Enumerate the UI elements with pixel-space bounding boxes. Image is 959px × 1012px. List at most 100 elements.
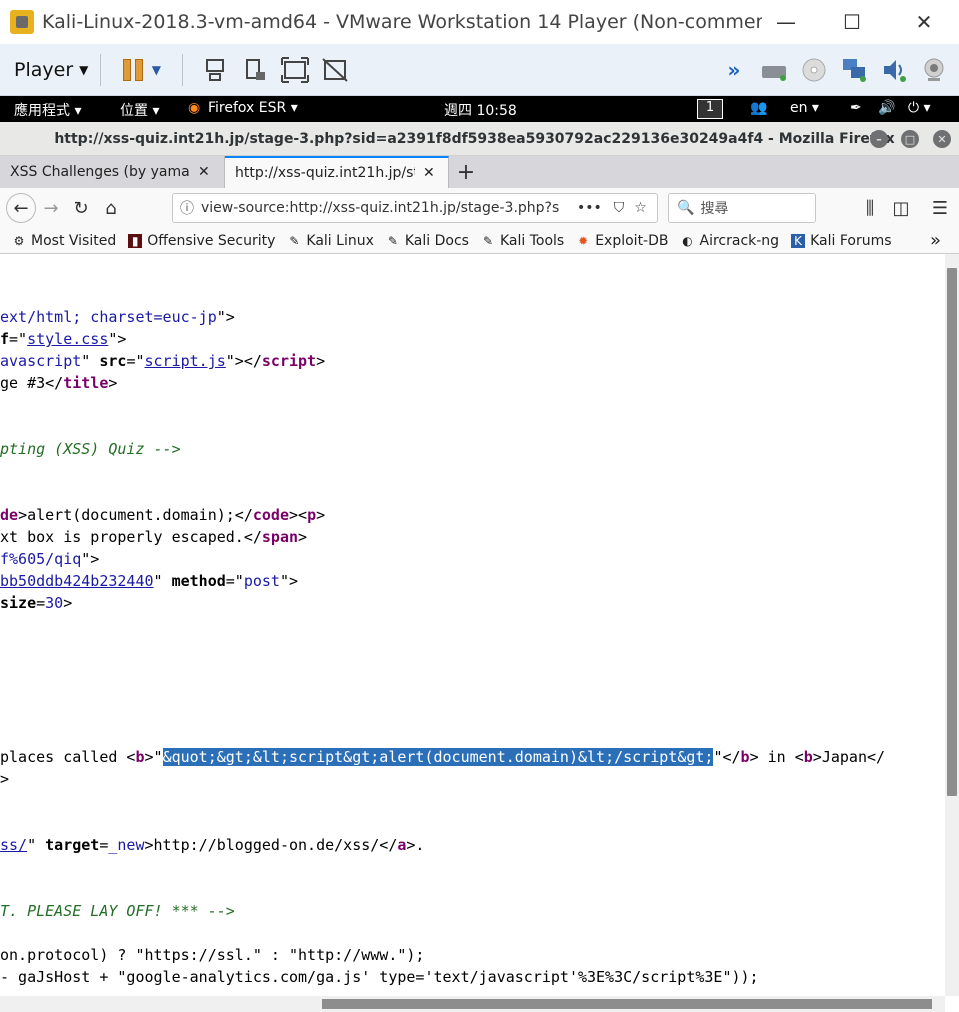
speaker-icon: [884, 59, 906, 82]
hard-disk-device-button[interactable]: [759, 55, 789, 85]
more-bookmarks-icon[interactable]: »: [930, 230, 941, 251]
hard-disk-icon: [762, 65, 786, 81]
bookmark-star-icon[interactable]: ☆: [634, 200, 647, 216]
source-line: ss/" target=_new>http://blogged-on.de/xs…: [0, 836, 425, 854]
minimize-button[interactable]: —: [764, 6, 808, 38]
bookmark-kali-linux[interactable]: ✎ Kali Linux: [287, 232, 374, 249]
vertical-scroll-thumb[interactable]: [947, 268, 957, 796]
info-icon[interactable]: ⓘ: [173, 198, 201, 218]
bookmarks-toolbar: ⚙ Most Visited ▮ Offensive Security ✎ Kali …: [0, 228, 959, 254]
tab-view-source[interactable]: http://xss-quiz.int21h.jp/stag ✕: [225, 156, 449, 188]
reload-button[interactable]: ↻: [66, 193, 96, 223]
url-text[interactable]: view-source:http://xss-quiz.int21h.jp/st…: [201, 200, 571, 216]
forward-button[interactable]: →: [36, 193, 66, 223]
firefox-title-bar: http://xss-quiz.int21h.jp/stage-3.php?si…: [0, 122, 959, 156]
unity-button[interactable]: [320, 55, 350, 85]
source-line: - gaJsHost + "google-analytics.com/ga.js…: [0, 968, 759, 986]
bookmark-label: Aircrack-ng: [699, 232, 780, 249]
home-button[interactable]: ⌂: [96, 193, 126, 223]
sidebar-button[interactable]: ◫: [886, 193, 916, 223]
input-language-menu[interactable]: en ▾: [790, 100, 819, 116]
bookmark-aircrack-ng[interactable]: ◐ Aircrack-ng: [681, 232, 780, 249]
close-tab-icon[interactable]: ✕: [198, 164, 210, 180]
bookmark-label: Kali Docs: [404, 232, 469, 249]
tab-xss-challenges[interactable]: XSS Challenges (by yamagat ✕: [0, 156, 225, 188]
pocket-icon[interactable]: ⛉: [614, 200, 625, 216]
fullscreen-button[interactable]: [280, 55, 310, 85]
url-bar[interactable]: ⓘ view-source:http://xss-quiz.int21h.jp/…: [172, 193, 658, 223]
offsec-icon: ▮: [128, 233, 143, 248]
bookmark-label: Exploit-DB: [595, 232, 669, 249]
bookmark-label: Most Visited: [31, 232, 117, 249]
bookmark-exploit-db[interactable]: ✹ Exploit-DB: [576, 233, 668, 249]
bookmark-label: Kali Linux: [306, 232, 374, 249]
bookmark-kali-docs[interactable]: ✎ Kali Docs: [386, 233, 469, 249]
places-menu[interactable]: 位置 ▾: [120, 100, 159, 120]
vertical-scrollbar[interactable]: [945, 254, 959, 996]
applications-menu[interactable]: 應用程式 ▾: [14, 100, 81, 120]
pause-icon: [123, 58, 144, 81]
removable-devices-button[interactable]: [240, 55, 270, 85]
exploit-db-icon: ✹: [578, 233, 589, 248]
source-line: size=30>: [0, 594, 73, 612]
ff-close-button[interactable]: ✕: [933, 130, 951, 148]
firefox-icon: ◉: [188, 100, 201, 116]
library-button[interactable]: ⫼: [855, 193, 885, 223]
network-adapter-device-button[interactable]: [839, 55, 869, 85]
close-tab-icon[interactable]: ✕: [423, 165, 435, 181]
bookmark-kali-tools[interactable]: ✎ Kali Tools: [481, 233, 564, 249]
source-link[interactable]: style.css: [27, 330, 108, 348]
people-icon[interactable]: 👥: [750, 100, 767, 116]
sidebar-icon: ◫: [892, 197, 910, 219]
pen-icon[interactable]: ✒: [850, 100, 862, 116]
tab-strip: XSS Challenges (by yamagat ✕ http://xss-…: [0, 156, 959, 188]
maximize-button[interactable]: ☐: [830, 6, 874, 38]
toolbar-divider: [100, 53, 102, 86]
source-line: places called <b>"&quot;&gt;&lt;script&g…: [0, 748, 886, 766]
clock[interactable]: 週四 10:58: [444, 100, 517, 120]
forward-arrow-icon: →: [43, 197, 59, 219]
source-line: ge #3</title>: [0, 374, 118, 392]
close-button[interactable]: ✕: [902, 6, 946, 38]
fullscreen-icon: [281, 56, 310, 83]
selected-text[interactable]: &quot;&gt;&lt;script&gt;alert(document.d…: [162, 748, 714, 766]
horizontal-scrollbar[interactable]: [0, 996, 945, 1012]
bookmark-most-visited[interactable]: ⚙ Most Visited: [12, 232, 117, 249]
source-link[interactable]: script.js: [145, 352, 226, 370]
webcam-device-button[interactable]: [919, 55, 949, 85]
vmware-logo-icon: [10, 10, 34, 34]
ff-maximize-button[interactable]: □: [901, 130, 919, 148]
horizontal-scroll-thumb[interactable]: [322, 999, 932, 1009]
source-link[interactable]: bb50ddb424b232440: [0, 572, 154, 590]
bookmark-kali-forums[interactable]: K Kali Forums: [791, 233, 892, 249]
pause-dropdown-icon[interactable]: ▼: [147, 55, 165, 85]
new-tab-button[interactable]: +: [449, 156, 483, 188]
firefox-app-menu[interactable]: Firefox ESR ▾: [208, 100, 298, 116]
menu-button[interactable]: ☰: [925, 193, 955, 223]
workspace-indicator[interactable]: 1: [697, 99, 723, 119]
ff-minimize-button[interactable]: –: [870, 130, 888, 148]
source-link[interactable]: ss/: [0, 836, 27, 854]
page-actions-icon[interactable]: •••: [577, 200, 602, 216]
source-comment: pting (XSS) Quiz -->: [0, 440, 181, 458]
pause-button[interactable]: [118, 55, 148, 85]
view-source-content[interactable]: ext/html; charset=euc-jp"> f="style.css"…: [0, 254, 945, 996]
volume-icon[interactable]: 🔊: [878, 100, 895, 116]
search-icon: 🔍: [677, 200, 695, 216]
player-menu-button[interactable]: Player ▼: [14, 59, 88, 81]
unity-icon: [322, 57, 349, 82]
more-devices-icon[interactable]: »: [719, 55, 749, 85]
power-icon[interactable]: ⏻ ▾: [908, 100, 931, 116]
source-line: on.protocol) ? "https://ssl." : "http://…: [0, 946, 425, 964]
sound-card-device-button[interactable]: [879, 55, 909, 85]
vmware-title-bar: Kali-Linux-2018.3-vm-amd64 - VMware Work…: [0, 0, 959, 44]
cd-dvd-device-button[interactable]: [799, 55, 829, 85]
source-line: >: [0, 770, 10, 788]
kali-dragon-icon: ✎: [482, 233, 493, 248]
source-line: f%605/qiq">: [0, 550, 100, 568]
back-button[interactable]: ←: [6, 193, 36, 223]
bookmark-offensive-security[interactable]: ▮ Offensive Security: [128, 233, 275, 249]
search-box[interactable]: 🔍 搜尋: [668, 193, 816, 223]
send-ctrl-alt-del-button[interactable]: [200, 55, 230, 85]
vmware-toolbar: Player ▼ ▼ »: [0, 44, 959, 96]
